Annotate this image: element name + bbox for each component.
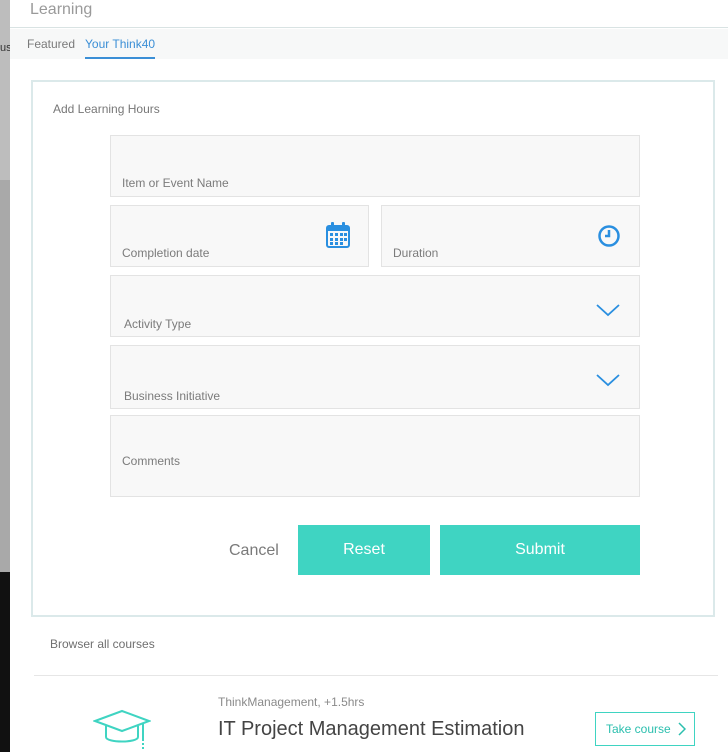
header: Learning <box>10 0 728 28</box>
learning-panel: Learning Featured Your Think40 Add Learn… <box>10 0 728 752</box>
completion-date-field[interactable]: Completion date <box>110 205 369 267</box>
submit-button[interactable]: Submit <box>440 525 640 575</box>
page-title: Learning <box>30 1 93 18</box>
chevron-down-icon[interactable] <box>595 372 621 388</box>
edge-mid <box>0 180 10 572</box>
graduation-cap-icon <box>93 709 151 751</box>
course-meta: ThinkManagement, +1.5hrs <box>218 695 365 709</box>
course-title[interactable]: IT Project Management Estimation <box>218 718 524 741</box>
activity-type-label: Activity Type <box>124 317 192 331</box>
item-name-label: Item or Event Name <box>122 176 229 190</box>
edge-clipped-text: us <box>0 42 10 54</box>
take-course-label: Take course <box>606 722 671 736</box>
business-initiative-select[interactable]: Business Initiative <box>110 345 640 409</box>
add-learning-hours-form: Add Learning Hours Item or Event Name Co… <box>31 80 715 617</box>
form-title: Add Learning Hours <box>53 102 160 116</box>
reset-button[interactable]: Reset <box>298 525 430 575</box>
tabs-bar: Featured Your Think40 <box>10 29 728 59</box>
chevron-down-icon[interactable] <box>595 302 621 318</box>
completion-date-label: Completion date <box>122 246 210 260</box>
duration-field[interactable]: Duration <box>381 205 640 267</box>
chevron-right-icon <box>678 722 686 736</box>
cancel-button[interactable]: Cancel <box>229 542 279 560</box>
tab-your-think40[interactable]: Your Think40 <box>85 37 156 59</box>
duration-label: Duration <box>393 246 439 260</box>
clock-icon[interactable] <box>597 224 621 248</box>
browse-all-courses-link[interactable]: Browser all courses <box>50 637 155 651</box>
comments-label: Comments <box>122 454 181 468</box>
comments-textarea[interactable]: Comments <box>110 415 640 497</box>
edge-bottom <box>0 572 10 752</box>
activity-type-select[interactable]: Activity Type <box>110 275 640 337</box>
divider <box>34 675 718 676</box>
edge-top <box>0 0 10 180</box>
business-initiative-label: Business Initiative <box>124 389 221 403</box>
calendar-icon[interactable] <box>326 222 350 248</box>
item-name-field[interactable]: Item or Event Name <box>110 135 640 197</box>
take-course-button[interactable]: Take course <box>595 712 695 746</box>
tab-featured[interactable]: Featured <box>27 37 75 51</box>
background-window-edge: us <box>0 0 10 752</box>
